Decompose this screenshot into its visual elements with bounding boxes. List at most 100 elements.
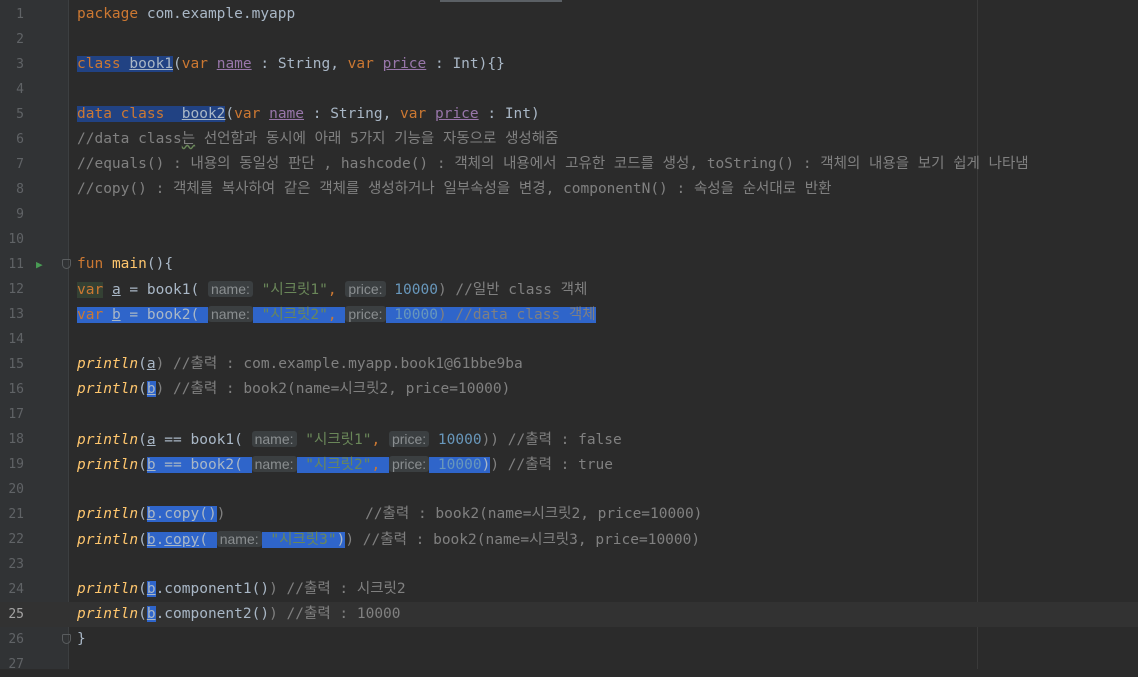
fold-marker-icon[interactable] (62, 634, 71, 644)
code-line[interactable]: 13 var b = book2( name: "시크릿2", price: 10… (0, 302, 1138, 327)
code-token: ( (138, 432, 147, 448)
code-line[interactable]: 6 //data class는 선언함과 동시에 아래 5가지 기능을 자동으로 … (0, 127, 1138, 152)
parameter-hint: price: (388, 456, 430, 472)
code-token: ) //data class 객체 (437, 307, 596, 323)
code-token (385, 307, 395, 323)
parameter-hint: price: (345, 281, 386, 297)
line-number: 12 (8, 282, 24, 297)
code-token: "시크릿3" (270, 532, 337, 548)
code-token: "시크릿2" (305, 457, 372, 473)
code-editor[interactable]: 1 package com.example.myapp 2 3 class book1(… (0, 0, 1138, 672)
code-line[interactable]: 26} (0, 627, 1138, 652)
code-token: a (146, 356, 156, 372)
code-text: } (77, 627, 86, 652)
code-line[interactable]: 7 //equals() : 내용의 동일성 판단 , hashcode() : … (0, 152, 1138, 177)
code-line[interactable]: 20 (0, 477, 1138, 502)
code-token: = book2( (120, 307, 208, 323)
code-token (296, 457, 306, 473)
code-token: println (77, 581, 139, 597)
code-text: println(b.copy()) //출력 : book2(name=시크릿2… (77, 502, 702, 527)
code-token: } (77, 631, 86, 647)
code-token: ( (173, 56, 182, 72)
code-text: fun main(){ (77, 252, 173, 277)
code-line[interactable]: 11 ▶ fun main(){ (0, 252, 1138, 277)
code-text: println(b) //출력 : book2(name=시크릿2, price… (77, 377, 510, 402)
code-line[interactable]: 4 (0, 77, 1138, 102)
code-token: )) //출력 : false (481, 432, 622, 448)
line-number: 11 (8, 257, 24, 272)
code-line[interactable]: 8 //copy() : 객체를 복사하여 같은 객체를 생성하거나 일부속성을 … (0, 177, 1138, 202)
code-line[interactable]: 25 println(b.component2()) //출력 : 10000 (0, 602, 1138, 627)
line-number: 7 (16, 157, 24, 172)
code-token: name (269, 106, 305, 122)
line-number: 20 (8, 482, 24, 497)
code-text: println(a == book1( name: "시크릿1", price:… (77, 427, 622, 452)
code-token: 10000 (394, 282, 438, 298)
code-line[interactable]: 18 println(a == book1( name: "시크릿1", pric… (0, 427, 1138, 452)
run-main-icon[interactable]: ▶ (36, 252, 48, 277)
code-token: println (77, 457, 139, 473)
code-token: 10000 (394, 307, 438, 323)
line-number: 8 (16, 182, 24, 197)
code-token: class (77, 56, 121, 72)
code-token: //data class (77, 131, 182, 147)
code-line[interactable]: 16 println(b) //출력 : book2(name=시크릿2, pri… (0, 377, 1138, 402)
code-token: b (146, 532, 156, 548)
code-token: ( (138, 532, 147, 548)
code-line[interactable]: 23 (0, 552, 1138, 577)
code-token: : String, (251, 56, 348, 72)
code-token: var (77, 282, 104, 298)
code-line[interactable]: 24 println(b.component1()) //출력 : 시크릿2 (0, 577, 1138, 602)
code-line[interactable]: 5 data class book2(var name : String, var… (0, 102, 1138, 127)
line-number: 5 (16, 107, 24, 122)
code-token: , (327, 307, 346, 323)
code-token: price (382, 56, 427, 72)
code-token: package (77, 6, 139, 22)
code-token: : Int){} (426, 56, 505, 72)
code-token: ( (199, 532, 217, 548)
code-line[interactable]: 14 (0, 327, 1138, 352)
code-token: println (77, 532, 139, 548)
code-token: a (146, 432, 156, 448)
code-token: == book1( (155, 432, 252, 448)
code-line[interactable]: 22 println(b.copy( name: "시크릿3")) //출력 : … (0, 527, 1138, 552)
code-token: main (111, 256, 147, 272)
code-line[interactable]: 1 package com.example.myapp (0, 2, 1138, 27)
code-token: var (77, 307, 104, 323)
code-line[interactable]: 27 (0, 652, 1138, 677)
code-token: a (111, 282, 121, 298)
code-text: println(b.component1()) //출력 : 시크릿2 (77, 577, 406, 602)
code-token: b (146, 506, 156, 522)
line-number: 14 (8, 332, 24, 347)
line-number: 25 (8, 607, 24, 622)
code-text: package com.example.myapp (77, 2, 295, 27)
line-number: 26 (8, 632, 24, 647)
code-token: : Int) (478, 106, 540, 122)
line-number: 4 (16, 82, 24, 97)
code-token: price (434, 106, 479, 122)
line-number: 17 (8, 407, 24, 422)
code-line[interactable]: 21 println(b.copy()) //출력 : book2(name=시크… (0, 502, 1138, 527)
code-token: ) //출력 : 시크릿2 (269, 581, 406, 597)
line-number: 13 (8, 307, 24, 322)
code-text: println(b.copy( name: "시크릿3")) //출력 : bo… (77, 527, 700, 552)
code-line[interactable]: 17 (0, 402, 1138, 427)
code-line[interactable]: 12 var a = book1( name: "시크릿1", price: 10… (0, 277, 1138, 302)
code-line[interactable]: 2 (0, 27, 1138, 52)
code-token: "시크릿2" (261, 307, 328, 323)
code-line[interactable]: 15 println(a) //출력 : com.example.myapp.bo… (0, 352, 1138, 377)
code-token: , (371, 457, 389, 473)
code-line[interactable]: 9 (0, 202, 1138, 227)
fold-marker-icon[interactable] (62, 259, 71, 269)
code-line[interactable]: 19 println(b == book2( name: "시크릿2", pric… (0, 452, 1138, 477)
code-token: .component1() (155, 581, 270, 597)
code-token (252, 307, 262, 323)
code-line[interactable]: 10 (0, 227, 1138, 252)
code-token: , (327, 282, 346, 298)
code-line[interactable]: 3 class book1(var name : String, var pric… (0, 52, 1138, 77)
line-number: 6 (16, 132, 24, 147)
line-number: 15 (8, 357, 24, 372)
